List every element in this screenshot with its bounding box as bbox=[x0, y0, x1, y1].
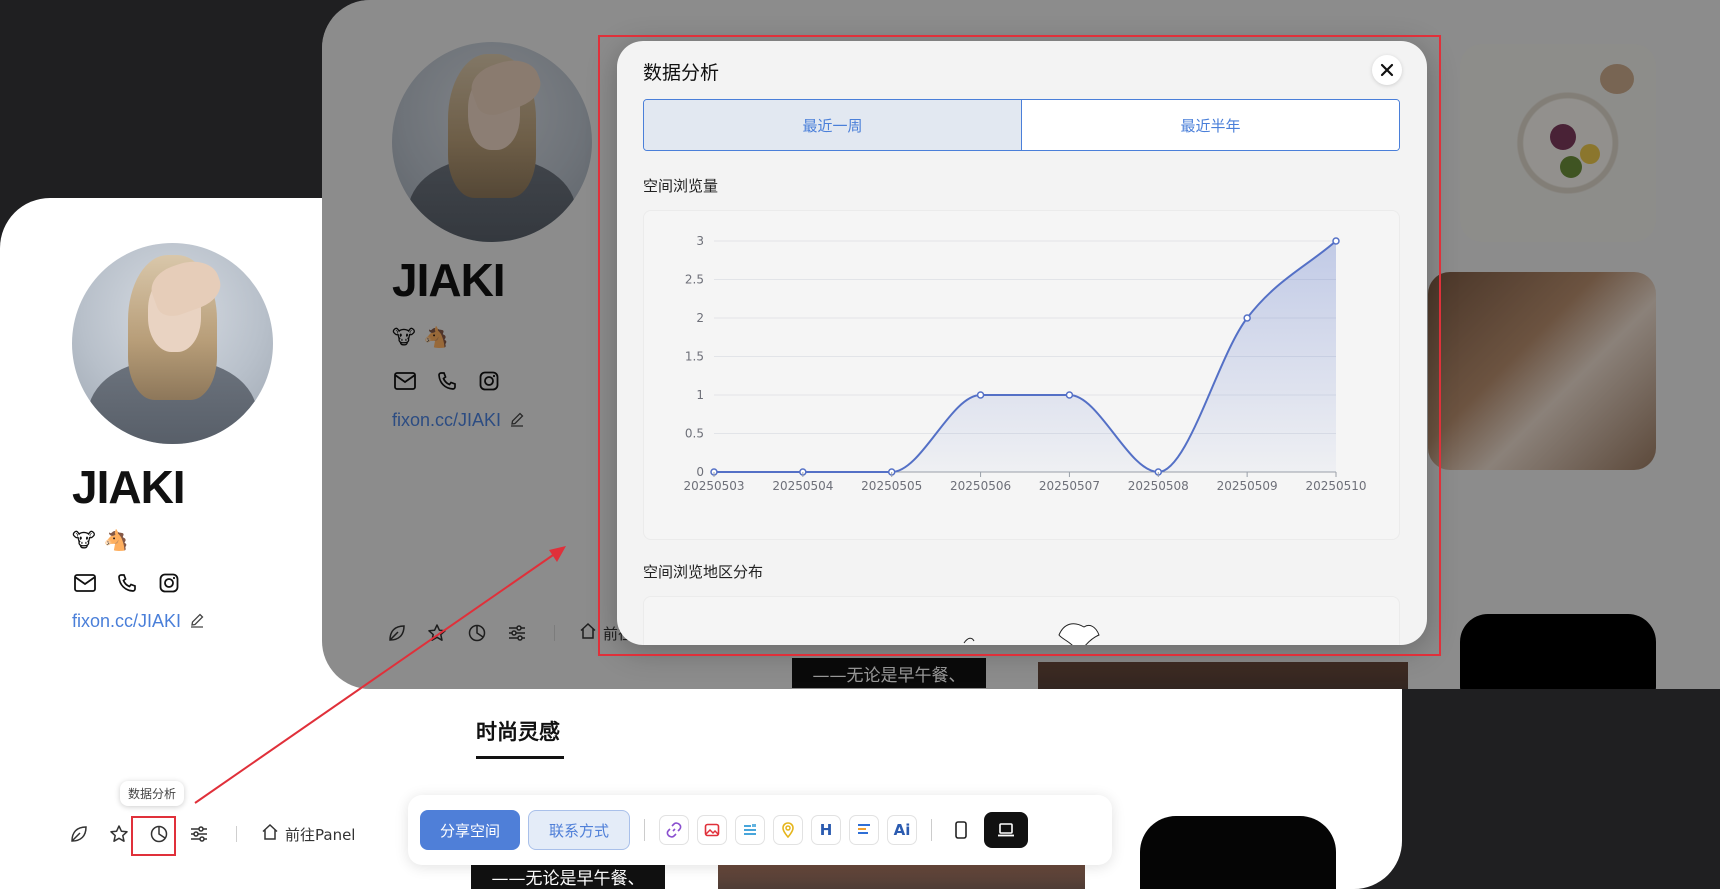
profile-link-row: fixon.cc/JIAKI bbox=[72, 611, 205, 632]
emoji-row: 🐮 🐴 bbox=[72, 528, 129, 552]
section-title: 时尚灵感 bbox=[476, 720, 560, 744]
x-tick-label: 20250506 bbox=[950, 479, 1011, 493]
share-button[interactable]: 分享空间 bbox=[420, 810, 521, 850]
laptop-icon[interactable] bbox=[984, 812, 1029, 848]
y-tick-label: 1.5 bbox=[685, 350, 704, 364]
image-icon[interactable] bbox=[697, 815, 728, 845]
tooltip: 数据分析 bbox=[120, 781, 185, 806]
region-map-svg bbox=[963, 623, 1100, 645]
phone-icon[interactable] bbox=[114, 570, 140, 596]
range-tabs: 最近一周 最近半年 bbox=[643, 99, 1400, 151]
contact-icons bbox=[72, 570, 182, 596]
views-chart-svg: 0 0.5 1 1.5 2 2.5 3 20250503 20250504 20250505 202… bbox=[683, 234, 1366, 493]
close-button[interactable] bbox=[1372, 55, 1402, 85]
panel-link[interactable]: 前往Panel bbox=[261, 823, 355, 845]
profile-toolbar: 前往Panel bbox=[66, 821, 355, 847]
data-point[interactable] bbox=[1332, 237, 1340, 245]
tab-last-half-year[interactable]: 最近半年 bbox=[1021, 100, 1399, 150]
horse-emoji: 🐴 bbox=[103, 528, 129, 552]
y-tick-label: 0 bbox=[696, 465, 704, 479]
views-chart: 0 0.5 1 1.5 2 2.5 3 20250503 20250504 20250505 202… bbox=[643, 210, 1400, 540]
edit-icon[interactable] bbox=[189, 612, 205, 632]
x-tick-label: 20250507 bbox=[1039, 479, 1100, 493]
text-icon[interactable] bbox=[735, 815, 766, 845]
region-map-chart bbox=[643, 596, 1400, 645]
ai-icon[interactable]: Ai bbox=[887, 815, 918, 845]
thumb-photo bbox=[718, 863, 1085, 889]
x-tick-label: 20250505 bbox=[861, 479, 922, 493]
tab-last-week[interactable]: 最近一周 bbox=[644, 100, 1021, 150]
cow-emoji: 🐮 bbox=[72, 528, 96, 552]
thumb-caption: ——无论是早午餐、 bbox=[471, 861, 665, 889]
x-tick-label: 20250509 bbox=[1217, 479, 1278, 493]
y-tick-label: 2 bbox=[696, 311, 704, 325]
x-tick-label: 20250504 bbox=[772, 479, 833, 493]
y-tick-label: 3 bbox=[696, 234, 704, 248]
home-icon bbox=[261, 823, 279, 845]
section-underline bbox=[476, 756, 564, 759]
bar-divider bbox=[931, 819, 933, 841]
black-card bbox=[1140, 816, 1336, 889]
heading-icon[interactable]: H bbox=[811, 815, 842, 845]
profile-name: JIAKI bbox=[72, 461, 186, 513]
analytics-modal: 数据分析 最近一周 最近半年 空间浏览量 0 0.5 1 1.5 2 2.5 3 202505… bbox=[617, 41, 1427, 645]
panel-link-label: 前往Panel bbox=[285, 825, 356, 844]
location-icon[interactable] bbox=[773, 815, 804, 845]
instagram-icon[interactable] bbox=[156, 570, 182, 596]
highlight-box bbox=[131, 816, 176, 856]
y-tick-label: 0.5 bbox=[685, 427, 704, 441]
modal-title: 数据分析 bbox=[643, 62, 720, 84]
bottom-action-bar: 分享空间 联系方式 H Ai bbox=[408, 795, 1112, 865]
x-tick-label: 20250510 bbox=[1305, 479, 1366, 493]
data-point[interactable] bbox=[1243, 314, 1251, 322]
link-icon[interactable] bbox=[659, 815, 690, 845]
mobile-icon[interactable] bbox=[946, 815, 976, 845]
align-icon[interactable] bbox=[849, 815, 880, 845]
x-tick-label: 20250503 bbox=[683, 479, 744, 493]
mail-icon[interactable] bbox=[72, 570, 98, 596]
sliders-icon[interactable] bbox=[186, 821, 212, 847]
data-point[interactable] bbox=[976, 391, 985, 399]
contact-button[interactable]: 联系方式 bbox=[528, 810, 631, 850]
profile-link[interactable]: fixon.cc/JIAKI bbox=[72, 611, 181, 632]
y-tick-label: 2.5 bbox=[685, 273, 704, 287]
chart-views-label: 空间浏览量 bbox=[643, 177, 719, 195]
star-icon[interactable] bbox=[106, 821, 132, 847]
bar-divider bbox=[644, 819, 646, 841]
chart-region-label: 空间浏览地区分布 bbox=[643, 563, 764, 581]
leaf-icon[interactable] bbox=[66, 821, 92, 847]
y-tick-label: 1 bbox=[696, 388, 704, 402]
toolbar-divider bbox=[236, 826, 237, 842]
close-icon bbox=[1380, 63, 1394, 77]
avatar bbox=[72, 243, 273, 444]
data-point[interactable] bbox=[1065, 391, 1074, 399]
x-tick-label: 20250508 bbox=[1128, 479, 1189, 493]
